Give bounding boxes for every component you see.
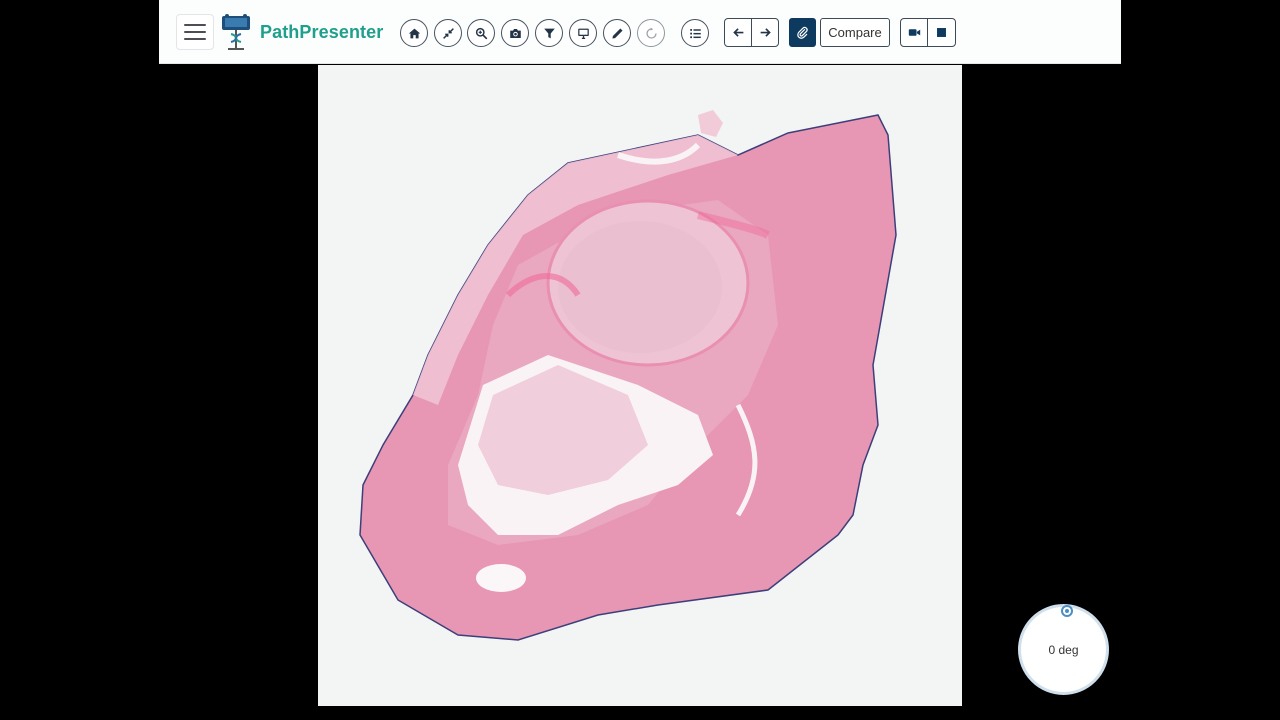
arrow-left-icon	[732, 28, 743, 37]
paperclip-icon	[797, 26, 808, 39]
video-camera-icon	[908, 29, 920, 36]
zoom-button[interactable]	[467, 19, 495, 47]
annotate-button[interactable]	[603, 19, 631, 47]
rotation-dial[interactable]: 0 deg	[1018, 604, 1109, 695]
slide-viewer[interactable]	[318, 65, 962, 706]
home-button[interactable]	[400, 19, 428, 47]
compare-button[interactable]: Compare	[820, 18, 890, 47]
collapse-arrows-icon	[442, 27, 454, 39]
circular-arrow-icon	[645, 27, 657, 39]
present-button[interactable]	[569, 19, 597, 47]
monitor-icon	[577, 28, 589, 39]
hamburger-menu-icon[interactable]	[176, 14, 214, 50]
top-toolbar: PathPresenter Compare	[159, 0, 1121, 64]
previous-slide-button[interactable]	[724, 18, 752, 47]
pencil-icon	[611, 27, 623, 39]
stop-button[interactable]	[927, 18, 956, 47]
home-icon	[408, 28, 420, 38]
attach-button[interactable]	[789, 18, 816, 47]
stop-square-icon	[937, 28, 946, 37]
arrow-right-icon	[760, 28, 771, 37]
filter-button[interactable]	[535, 19, 563, 47]
pathpresenter-logo-icon	[222, 14, 250, 50]
tissue-slide-image[interactable]	[318, 65, 962, 706]
zoom-in-icon	[475, 27, 487, 39]
fit-to-screen-button[interactable]	[434, 19, 462, 47]
record-button[interactable]	[900, 18, 928, 47]
rotation-handle[interactable]	[1061, 605, 1073, 617]
next-slide-button[interactable]	[751, 18, 779, 47]
rotate-button[interactable]	[637, 19, 665, 47]
camera-icon	[509, 28, 521, 38]
rotation-value: 0 deg	[1048, 642, 1079, 657]
filter-icon	[543, 28, 555, 38]
snapshot-button[interactable]	[501, 19, 529, 47]
brand-name: PathPresenter	[260, 22, 384, 42]
list-button[interactable]	[681, 19, 709, 47]
list-icon	[689, 28, 701, 38]
